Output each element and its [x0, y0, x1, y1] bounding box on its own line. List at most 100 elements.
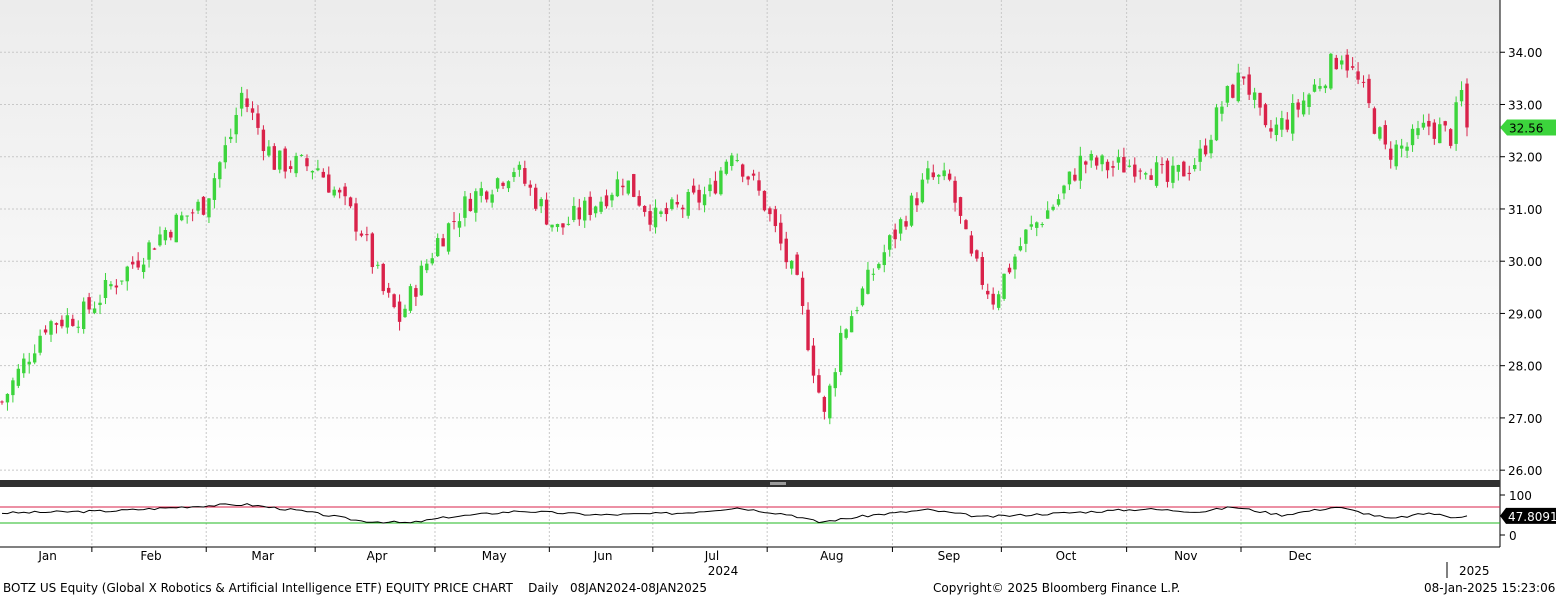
- month-label: Apr: [367, 549, 388, 563]
- candle-body: [1051, 206, 1055, 210]
- candle-body: [425, 263, 429, 271]
- candle-body: [239, 92, 244, 109]
- candle-body: [599, 201, 603, 212]
- candle-body: [708, 184, 712, 192]
- candle-body: [1323, 85, 1328, 89]
- candle-body: [435, 238, 440, 257]
- candle-body: [789, 260, 794, 269]
- candle-body: [299, 154, 304, 156]
- candle-body: [1013, 256, 1017, 270]
- candle-body: [920, 179, 925, 203]
- candle-body: [664, 208, 669, 215]
- candle-body: [1247, 74, 1251, 95]
- candle-body: [479, 188, 483, 196]
- candle-body: [22, 358, 26, 374]
- candle-body: [408, 286, 413, 311]
- candle-body: [653, 207, 658, 228]
- candle-body: [1345, 54, 1349, 71]
- rsi-tick-label: 100: [1509, 489, 1532, 503]
- candle-body: [1340, 60, 1344, 65]
- candle-body: [71, 318, 75, 326]
- candle-body: [866, 269, 870, 294]
- candle-body: [1285, 119, 1289, 130]
- candle-body: [1018, 246, 1023, 251]
- candle-body: [1301, 100, 1306, 115]
- candle-body: [811, 345, 816, 376]
- price-tick-label: 32.00: [1508, 151, 1542, 165]
- candle-body: [1291, 102, 1295, 134]
- candle-body: [1002, 273, 1006, 299]
- candle-body: [1127, 165, 1132, 167]
- candle-body: [1203, 145, 1208, 155]
- candle-body: [76, 326, 80, 328]
- panel-divider: [0, 480, 1500, 487]
- period-label: Daily: [528, 581, 559, 595]
- candle-body: [659, 211, 663, 215]
- candle-body: [904, 221, 908, 227]
- candle-body: [1100, 155, 1104, 165]
- candle-body: [223, 145, 227, 163]
- candle-body: [1029, 224, 1034, 227]
- candle-body: [517, 164, 522, 170]
- candle-body: [1073, 174, 1077, 181]
- candle-body: [381, 263, 385, 292]
- candle-body: [1454, 102, 1458, 144]
- candle-body: [877, 263, 881, 269]
- candle-body: [120, 280, 124, 282]
- candle-body: [163, 230, 168, 241]
- candle-body: [1405, 146, 1409, 151]
- month-label: Jun: [593, 549, 613, 563]
- candle-body: [697, 189, 701, 203]
- candle-body: [593, 206, 598, 214]
- candle-body: [947, 173, 952, 180]
- timestamp: 08-Jan-2025 15:23:06: [1424, 581, 1556, 595]
- candle-body: [16, 368, 21, 386]
- candle-body: [1242, 76, 1246, 79]
- candle-body: [719, 170, 723, 195]
- candle-body: [370, 233, 375, 268]
- candle-body: [702, 194, 707, 206]
- candle-body: [1122, 157, 1126, 173]
- candle-body: [572, 205, 576, 220]
- candle-body: [1149, 175, 1153, 180]
- candle-body: [604, 195, 609, 207]
- candle-body: [207, 198, 211, 218]
- candle-body: [958, 197, 963, 216]
- candle-body: [757, 180, 761, 191]
- candle-body: [670, 199, 674, 209]
- candle-body: [414, 288, 418, 297]
- candle-body: [1231, 84, 1235, 98]
- candle-body: [376, 264, 380, 266]
- price-chart-svg[interactable]: 26.00 27.00 28.00 29.00 30.00 31.00 32.00 33.00…: [0, 0, 1556, 597]
- candle-body: [784, 238, 788, 263]
- candle-body: [1143, 173, 1148, 175]
- candle-body: [327, 174, 331, 193]
- candle-body: [1459, 90, 1464, 102]
- candle-body: [566, 223, 571, 225]
- candle-body: [838, 332, 843, 372]
- candle-body: [180, 215, 184, 221]
- candle-body: [1236, 72, 1240, 102]
- candle-body: [131, 261, 135, 265]
- candle-body: [27, 361, 31, 365]
- candle-body: [125, 266, 129, 282]
- candle-body: [675, 202, 680, 205]
- candle-body: [1182, 161, 1186, 177]
- candle-body: [1094, 157, 1099, 166]
- copyright: Copyright© 2025 Bloomberg Finance L.P.: [933, 581, 1181, 595]
- candle-body: [1067, 171, 1072, 185]
- candle-body: [1007, 267, 1012, 273]
- candle-body: [446, 223, 451, 252]
- candle-body: [768, 208, 772, 215]
- divider-handle-icon: [770, 482, 786, 485]
- candle-body: [185, 215, 189, 217]
- candle-body: [1192, 164, 1197, 170]
- candle-body: [305, 158, 309, 167]
- candle-body: [986, 290, 990, 295]
- candle-body: [278, 150, 282, 170]
- candle-body: [1318, 86, 1322, 89]
- candle-body: [539, 199, 543, 207]
- candle-body: [1350, 66, 1355, 68]
- last-price-label: 32.56: [1509, 121, 1543, 135]
- candle-body: [713, 180, 718, 194]
